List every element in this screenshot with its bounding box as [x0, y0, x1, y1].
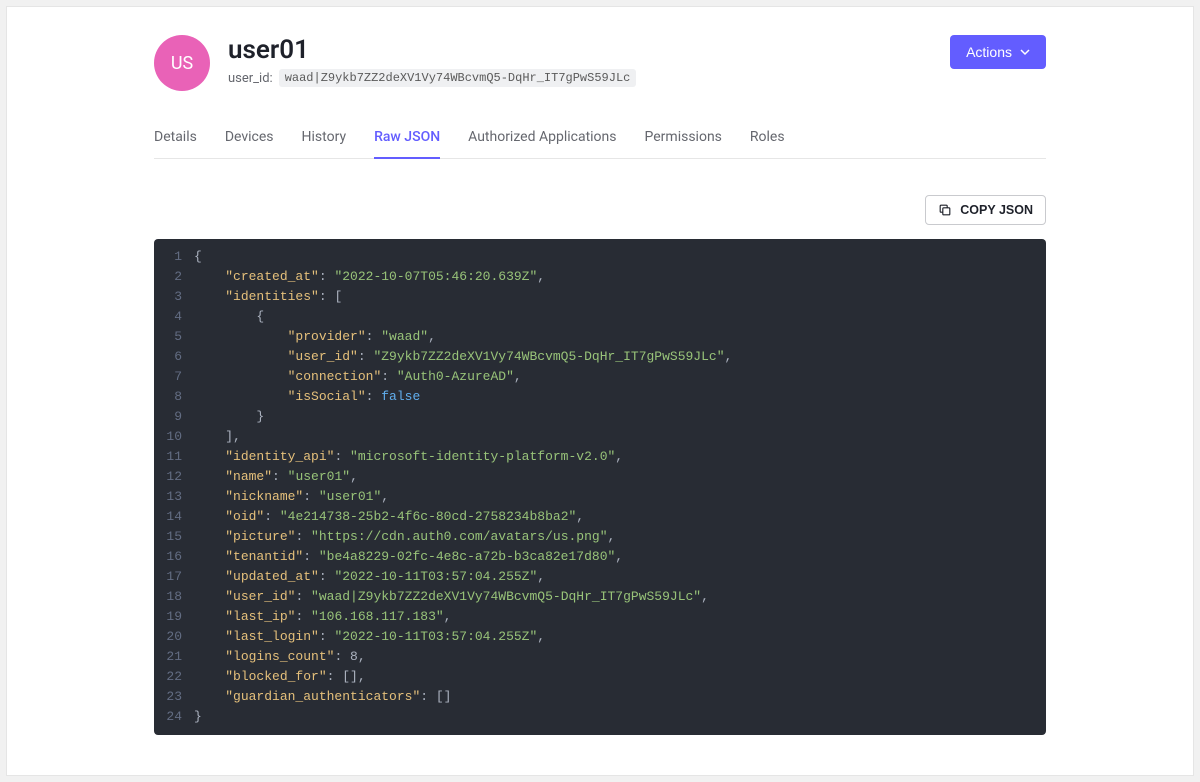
line-number: 23: [154, 687, 194, 707]
line-number: 18: [154, 587, 194, 607]
code-line: 15 "picture": "https://cdn.auth0.com/ava…: [154, 527, 1046, 547]
line-number: 24: [154, 707, 194, 727]
line-content: "name": "user01",: [194, 467, 358, 487]
actions-button-label: Actions: [966, 44, 1012, 60]
code-line: 9 }: [154, 407, 1046, 427]
tabs: Details Devices History Raw JSON Authorized …: [154, 129, 1046, 159]
line-content: "nickname": "user01",: [194, 487, 389, 507]
code-line: 7 "connection": "Auth0-AzureAD",: [154, 367, 1046, 387]
line-content: "connection": "Auth0-AzureAD",: [194, 367, 522, 387]
line-content: "isSocial": false: [194, 387, 420, 407]
line-number: 15: [154, 527, 194, 547]
code-line: 1{: [154, 247, 1046, 267]
line-content: ],: [194, 427, 241, 447]
code-line: 3 "identities": [: [154, 287, 1046, 307]
line-content: }: [194, 707, 202, 727]
tab-details[interactable]: Details: [154, 129, 197, 159]
line-content: "identities": [: [194, 287, 342, 307]
line-content: "oid": "4e214738-25b2-4f6c-80cd-2758234b…: [194, 507, 584, 527]
line-content: "updated_at": "2022-10-11T03:57:04.255Z"…: [194, 567, 545, 587]
user-header: US user01 user_id: waad|Z9ykb7ZZ2deXV1Vy…: [154, 35, 1046, 91]
line-number: 1: [154, 247, 194, 267]
user-id-label: user_id:: [228, 71, 273, 86]
line-content: {: [194, 247, 202, 267]
line-number: 9: [154, 407, 194, 427]
code-line: 18 "user_id": "waad|Z9ykb7ZZ2deXV1Vy74WB…: [154, 587, 1046, 607]
line-content: "created_at": "2022-10-07T05:46:20.639Z"…: [194, 267, 545, 287]
copy-json-button[interactable]: COPY JSON: [925, 195, 1046, 225]
user-id-value: waad|Z9ykb7ZZ2deXV1Vy74WBcvmQ5-DqHr_IT7g…: [279, 69, 637, 87]
json-code-block: 1{2 "created_at": "2022-10-07T05:46:20.6…: [154, 239, 1046, 735]
line-number: 19: [154, 607, 194, 627]
line-number: 14: [154, 507, 194, 527]
code-line: 2 "created_at": "2022-10-07T05:46:20.639…: [154, 267, 1046, 287]
line-number: 20: [154, 627, 194, 647]
line-number: 2: [154, 267, 194, 287]
line-number: 13: [154, 487, 194, 507]
line-content: "user_id": "Z9ykb7ZZ2deXV1Vy74WBcvmQ5-Dq…: [194, 347, 732, 367]
code-line: 14 "oid": "4e214738-25b2-4f6c-80cd-27582…: [154, 507, 1046, 527]
line-number: 7: [154, 367, 194, 387]
code-line: 22 "blocked_for": [],: [154, 667, 1046, 687]
code-line: 5 "provider": "waad",: [154, 327, 1046, 347]
code-line: 24}: [154, 707, 1046, 727]
code-line: 23 "guardian_authenticators": []: [154, 687, 1046, 707]
line-content: "blocked_for": [],: [194, 667, 366, 687]
line-number: 8: [154, 387, 194, 407]
line-number: 16: [154, 547, 194, 567]
tab-raw-json[interactable]: Raw JSON: [374, 129, 440, 159]
line-content: "last_ip": "106.168.117.183",: [194, 607, 451, 627]
line-content: "guardian_authenticators": []: [194, 687, 451, 707]
code-line: 11 "identity_api": "microsoft-identity-p…: [154, 447, 1046, 467]
line-content: "user_id": "waad|Z9ykb7ZZ2deXV1Vy74WBcvm…: [194, 587, 709, 607]
actions-button[interactable]: Actions: [950, 35, 1046, 69]
tab-history[interactable]: History: [302, 129, 347, 159]
line-content: "provider": "waad",: [194, 327, 436, 347]
line-number: 21: [154, 647, 194, 667]
line-number: 6: [154, 347, 194, 367]
code-line: 19 "last_ip": "106.168.117.183",: [154, 607, 1046, 627]
copy-json-label: COPY JSON: [960, 203, 1033, 217]
line-content: }: [194, 407, 264, 427]
line-content: "logins_count": 8,: [194, 647, 366, 667]
line-number: 3: [154, 287, 194, 307]
code-line: 8 "isSocial": false: [154, 387, 1046, 407]
tab-roles[interactable]: Roles: [750, 129, 785, 159]
tab-devices[interactable]: Devices: [225, 129, 274, 159]
line-content: "last_login": "2022-10-11T03:57:04.255Z"…: [194, 627, 545, 647]
code-line: 10 ],: [154, 427, 1046, 447]
avatar: US: [154, 35, 210, 91]
chevron-down-icon: [1020, 47, 1030, 57]
tab-permissions[interactable]: Permissions: [645, 129, 722, 159]
code-line: 6 "user_id": "Z9ykb7ZZ2deXV1Vy74WBcvmQ5-…: [154, 347, 1046, 367]
line-number: 4: [154, 307, 194, 327]
line-number: 10: [154, 427, 194, 447]
code-line: 4 {: [154, 307, 1046, 327]
line-number: 5: [154, 327, 194, 347]
code-line: 12 "name": "user01",: [154, 467, 1046, 487]
line-content: "tenantid": "be4a8229-02fc-4e8c-a72b-b3c…: [194, 547, 623, 567]
code-line: 17 "updated_at": "2022-10-11T03:57:04.25…: [154, 567, 1046, 587]
line-content: {: [194, 307, 264, 327]
line-content: "identity_api": "microsoft-identity-plat…: [194, 447, 623, 467]
line-number: 22: [154, 667, 194, 687]
line-number: 12: [154, 467, 194, 487]
copy-icon: [938, 203, 952, 217]
code-line: 13 "nickname": "user01",: [154, 487, 1046, 507]
code-line: 16 "tenantid": "be4a8229-02fc-4e8c-a72b-…: [154, 547, 1046, 567]
page-title: user01: [228, 35, 932, 65]
code-line: 21 "logins_count": 8,: [154, 647, 1046, 667]
code-line: 20 "last_login": "2022-10-11T03:57:04.25…: [154, 627, 1046, 647]
line-number: 11: [154, 447, 194, 467]
tab-authorized-applications[interactable]: Authorized Applications: [468, 129, 616, 159]
line-content: "picture": "https://cdn.auth0.com/avatar…: [194, 527, 615, 547]
line-number: 17: [154, 567, 194, 587]
